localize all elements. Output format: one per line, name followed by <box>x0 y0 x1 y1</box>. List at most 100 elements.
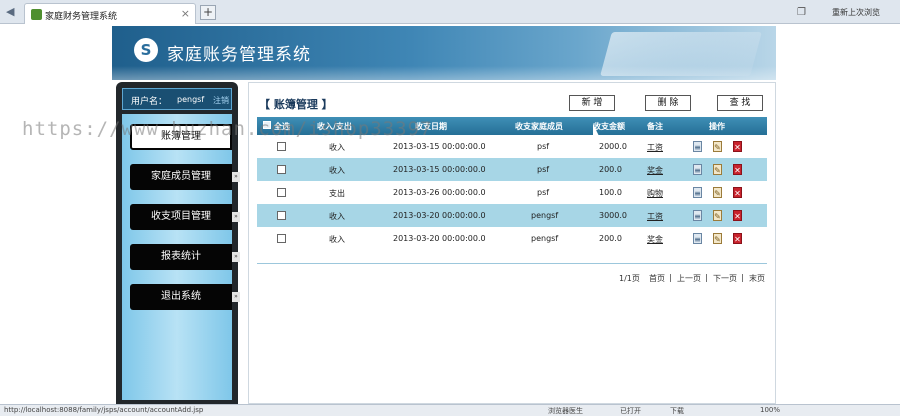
edit-icon[interactable]: ✎ <box>713 187 722 198</box>
pager-first[interactable]: 首页 <box>649 273 665 284</box>
cell-amount: 2000.0 <box>599 142 627 151</box>
status-bar: http://localhost:8088/family/jsps/accoun… <box>0 404 900 416</box>
cell-note[interactable]: 购物 <box>647 188 663 199</box>
sidebar-item-categories[interactable]: 收支项目管理 » <box>130 204 240 230</box>
cell-note[interactable]: 工资 <box>647 211 663 222</box>
cell-type: 收入 <box>329 166 345 175</box>
chevron-right-icon: » <box>232 212 240 222</box>
cell-type: 收入 <box>329 212 345 221</box>
page-viewport: S 家庭账务管理系统 用户名： pengsf 注销 账簿管理 家庭成员管理 » … <box>0 24 900 404</box>
restore-window-icon[interactable]: ❐ <box>797 7 806 18</box>
sidebar-item-label: 退出系统 <box>161 291 201 302</box>
table-row: 支出 2013-03-26 00:00:00.0 psf 100.0 购物 ≡ … <box>257 181 767 204</box>
row-checkbox[interactable] <box>277 211 286 220</box>
cell-type: 收入 <box>329 235 345 244</box>
browser-tab[interactable]: 家庭财务管理系统 × <box>24 3 196 24</box>
tab-title: 家庭财务管理系统 <box>45 12 118 22</box>
cell-note[interactable]: 奖金 <box>647 165 663 176</box>
delete-icon[interactable]: ✕ <box>733 233 742 244</box>
sidebar-item-reports[interactable]: 报表统计 » <box>130 244 240 270</box>
status-browser-doctor[interactable]: 浏览器医生 <box>548 406 583 416</box>
back-icon[interactable]: ◀ <box>6 5 20 19</box>
table-divider <box>257 263 767 264</box>
header-banner: S 家庭账务管理系统 <box>112 26 776 80</box>
cell-type: 收入 <box>329 143 345 152</box>
cell-member: psf <box>537 142 550 151</box>
cell-amount: 3000.0 <box>599 211 627 220</box>
tab-close-icon[interactable]: × <box>181 7 190 20</box>
delete-button[interactable]: 删 除 <box>645 95 691 111</box>
status-download[interactable]: 下载 <box>670 406 684 416</box>
restore-session-button[interactable]: 重新上次浏览 <box>832 7 880 18</box>
cell-amount: 200.0 <box>599 165 622 174</box>
view-icon[interactable]: ≡ <box>693 187 702 198</box>
search-button[interactable]: 查 找 <box>717 95 763 111</box>
status-url: http://localhost:8088/family/jsps/accoun… <box>4 406 204 414</box>
chevron-right-icon: » <box>232 292 240 302</box>
username: pengsf <box>177 95 205 104</box>
cell-note[interactable]: 奖金 <box>647 234 663 245</box>
view-icon[interactable]: ≡ <box>693 141 702 152</box>
sidebar-item-members[interactable]: 家庭成员管理 » <box>130 164 240 190</box>
cell-member: psf <box>537 188 550 197</box>
status-opened[interactable]: 已打开 <box>620 406 641 416</box>
new-tab-button[interactable]: + <box>200 5 216 20</box>
logout-link[interactable]: 注销 <box>213 95 229 106</box>
add-button[interactable]: 新 增 <box>569 95 615 111</box>
pager-next[interactable]: 下一页 <box>713 273 737 284</box>
edit-icon[interactable]: ✎ <box>713 210 722 221</box>
view-icon[interactable]: ≡ <box>693 210 702 221</box>
delete-icon[interactable]: ✕ <box>733 210 742 221</box>
delete-icon[interactable]: ✕ <box>733 164 742 175</box>
logo-icon: S <box>134 38 158 62</box>
sidebar-item-exit[interactable]: 退出系统 » <box>130 284 240 310</box>
cell-note[interactable]: 工资 <box>647 142 663 153</box>
row-checkbox[interactable] <box>277 234 286 243</box>
chevron-right-icon: » <box>232 172 240 182</box>
banner-wave <box>112 66 776 80</box>
view-icon[interactable]: ≡ <box>693 233 702 244</box>
pager-sep: | <box>705 273 708 282</box>
pager-sep: | <box>669 273 672 282</box>
cell-date: 2013-03-15 00:00:00.0 <box>393 142 486 151</box>
delete-icon[interactable]: ✕ <box>733 141 742 152</box>
row-checkbox[interactable] <box>277 142 286 151</box>
edit-icon[interactable]: ✎ <box>713 141 722 152</box>
cell-amount: 200.0 <box>599 234 622 243</box>
zoom-level[interactable]: 100% <box>760 406 780 414</box>
table-row: 收入 2013-03-20 00:00:00.0 pengsf 3000.0 工… <box>257 204 767 227</box>
edit-icon[interactable]: ✎ <box>713 233 722 244</box>
delete-icon[interactable]: ✕ <box>733 187 742 198</box>
system-title: 家庭账务管理系统 <box>167 45 311 65</box>
column-ops: 操作 <box>709 122 725 131</box>
column-member: 收支家庭成员 <box>515 122 563 131</box>
browser-tabbar: ◀ 家庭财务管理系统 × + ❐ 重新上次浏览 <box>0 0 900 24</box>
cell-date: 2013-03-20 00:00:00.0 <box>393 211 486 220</box>
cell-member: pengsf <box>531 211 559 220</box>
user-label: 用户名： <box>131 97 168 107</box>
mouse-cursor-icon <box>593 124 599 136</box>
cell-member: pengsf <box>531 234 559 243</box>
chevron-right-icon: » <box>232 252 240 262</box>
table-row: 收入 2013-03-15 00:00:00.0 psf 200.0 奖金 ≡ … <box>257 158 767 181</box>
favicon-icon <box>31 9 42 20</box>
view-icon[interactable]: ≡ <box>693 164 702 175</box>
pager-pages: 1/1页 <box>619 274 640 283</box>
pager-sep: | <box>741 273 744 282</box>
page-title: 【 账簿管理 】 <box>259 98 333 111</box>
pager-prev[interactable]: 上一页 <box>677 273 701 284</box>
cell-date: 2013-03-20 00:00:00.0 <box>393 234 486 243</box>
table-row: 收入 2013-03-20 00:00:00.0 pengsf 200.0 奖金… <box>257 227 767 250</box>
watermark: https://www.huzhan.com/ishop33397 <box>22 118 433 140</box>
row-checkbox[interactable] <box>277 188 286 197</box>
sidebar-item-label: 报表统计 <box>161 251 201 262</box>
column-note: 备注 <box>647 122 663 131</box>
cell-date: 2013-03-26 00:00:00.0 <box>393 188 486 197</box>
user-bar: 用户名： pengsf 注销 <box>122 88 232 110</box>
pager-last[interactable]: 末页 <box>749 273 765 284</box>
row-checkbox[interactable] <box>277 165 286 174</box>
cell-type: 支出 <box>329 189 345 198</box>
edit-icon[interactable]: ✎ <box>713 164 722 175</box>
cell-amount: 100.0 <box>599 188 622 197</box>
cell-member: psf <box>537 165 550 174</box>
